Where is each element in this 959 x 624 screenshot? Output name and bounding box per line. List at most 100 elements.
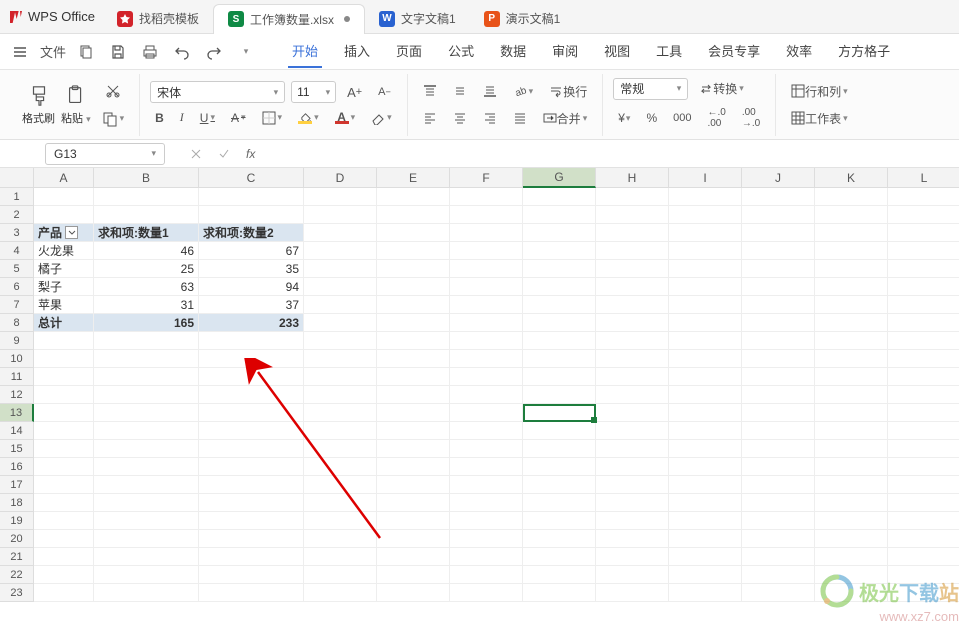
row-header-20[interactable]: 20 [0, 530, 34, 548]
cell-E22[interactable] [377, 566, 450, 584]
cell-H23[interactable] [596, 584, 669, 602]
cell-I19[interactable] [669, 512, 742, 530]
cell-D2[interactable] [304, 206, 377, 224]
column-header-L[interactable]: L [888, 168, 959, 188]
quick-access-dropdown-icon[interactable]: ▾ [234, 40, 258, 64]
cell-B21[interactable] [94, 548, 199, 566]
cell-F10[interactable] [450, 350, 523, 368]
align-right-button[interactable] [478, 108, 502, 128]
cell-F22[interactable] [450, 566, 523, 584]
cell-L6[interactable] [888, 278, 959, 296]
cell-A4[interactable]: 火龙果 [34, 242, 94, 260]
menu-tab-page[interactable]: 页面 [392, 35, 426, 68]
cell-H5[interactable] [596, 260, 669, 278]
cell-F21[interactable] [450, 548, 523, 566]
cell-G12[interactable] [523, 386, 596, 404]
cell-L8[interactable] [888, 314, 959, 332]
cell-D9[interactable] [304, 332, 377, 350]
cell-K17[interactable] [815, 476, 888, 494]
cell-C4[interactable]: 67 [199, 242, 304, 260]
cell-K10[interactable] [815, 350, 888, 368]
cell-D21[interactable] [304, 548, 377, 566]
cell-E10[interactable] [377, 350, 450, 368]
cell-B22[interactable] [94, 566, 199, 584]
cell-A8[interactable]: 总计 [34, 314, 94, 332]
cell-K3[interactable] [815, 224, 888, 242]
cell-J11[interactable] [742, 368, 815, 386]
cell-C22[interactable] [199, 566, 304, 584]
cell-F5[interactable] [450, 260, 523, 278]
row-header-17[interactable]: 17 [0, 476, 34, 494]
cell-B2[interactable] [94, 206, 199, 224]
cell-K12[interactable] [815, 386, 888, 404]
cell-A3[interactable]: 产品 [34, 224, 94, 242]
increase-decimal-button[interactable]: .00→.0 [737, 104, 765, 132]
cell-D17[interactable] [304, 476, 377, 494]
cell-A9[interactable] [34, 332, 94, 350]
cell-C16[interactable] [199, 458, 304, 476]
cell-C5[interactable]: 35 [199, 260, 304, 278]
column-header-C[interactable]: C [199, 168, 304, 188]
cell-J3[interactable] [742, 224, 815, 242]
cell-G7[interactable] [523, 296, 596, 314]
row-header-6[interactable]: 6 [0, 278, 34, 296]
cell-K19[interactable] [815, 512, 888, 530]
cell-I16[interactable] [669, 458, 742, 476]
cell-G1[interactable] [523, 188, 596, 206]
cell-L16[interactable] [888, 458, 959, 476]
cell-D14[interactable] [304, 422, 377, 440]
cell-B5[interactable]: 25 [94, 260, 199, 278]
fx-button[interactable]: fx [241, 144, 260, 164]
cell-B13[interactable] [94, 404, 199, 422]
cells-grid[interactable]: 产品求和项:数量1求和项:数量2火龙果4667橘子2535梨子6394苹果313… [34, 188, 959, 602]
cell-J9[interactable] [742, 332, 815, 350]
cell-A10[interactable] [34, 350, 94, 368]
cut-button[interactable] [97, 80, 130, 102]
cell-J21[interactable] [742, 548, 815, 566]
cell-G21[interactable] [523, 548, 596, 566]
column-header-I[interactable]: I [669, 168, 742, 188]
cell-E15[interactable] [377, 440, 450, 458]
cell-L9[interactable] [888, 332, 959, 350]
cell-I15[interactable] [669, 440, 742, 458]
cell-J2[interactable] [742, 206, 815, 224]
cell-E1[interactable] [377, 188, 450, 206]
paste-button[interactable]: 粘贴 ▾ [61, 83, 91, 126]
menu-tab-tools[interactable]: 工具 [652, 35, 686, 68]
row-header-15[interactable]: 15 [0, 440, 34, 458]
cell-J8[interactable] [742, 314, 815, 332]
cell-D19[interactable] [304, 512, 377, 530]
cell-C14[interactable] [199, 422, 304, 440]
cell-F3[interactable] [450, 224, 523, 242]
cell-I9[interactable] [669, 332, 742, 350]
cell-I21[interactable] [669, 548, 742, 566]
cell-G9[interactable] [523, 332, 596, 350]
cell-F11[interactable] [450, 368, 523, 386]
menu-hamburger-icon[interactable] [8, 40, 32, 64]
cell-B7[interactable]: 31 [94, 296, 199, 314]
column-header-E[interactable]: E [377, 168, 450, 188]
percent-button[interactable]: % [641, 108, 662, 128]
cell-C23[interactable] [199, 584, 304, 602]
cell-J20[interactable] [742, 530, 815, 548]
align-top-button[interactable] [418, 81, 442, 101]
cell-L1[interactable] [888, 188, 959, 206]
align-bottom-button[interactable] [478, 81, 502, 101]
row-header-9[interactable]: 9 [0, 332, 34, 350]
cell-D18[interactable] [304, 494, 377, 512]
row-header-8[interactable]: 8 [0, 314, 34, 332]
format-painter-button[interactable]: 格式刷 [22, 83, 55, 126]
cell-reference-input[interactable]: G13 ▾ [45, 143, 165, 165]
bold-button[interactable]: B [150, 108, 169, 128]
cell-B15[interactable] [94, 440, 199, 458]
cell-A17[interactable] [34, 476, 94, 494]
cell-G19[interactable] [523, 512, 596, 530]
cell-E4[interactable] [377, 242, 450, 260]
cell-D11[interactable] [304, 368, 377, 386]
cell-C7[interactable]: 37 [199, 296, 304, 314]
cell-C11[interactable] [199, 368, 304, 386]
align-middle-button[interactable] [448, 81, 472, 101]
cell-I14[interactable] [669, 422, 742, 440]
cell-L2[interactable] [888, 206, 959, 224]
cell-H8[interactable] [596, 314, 669, 332]
